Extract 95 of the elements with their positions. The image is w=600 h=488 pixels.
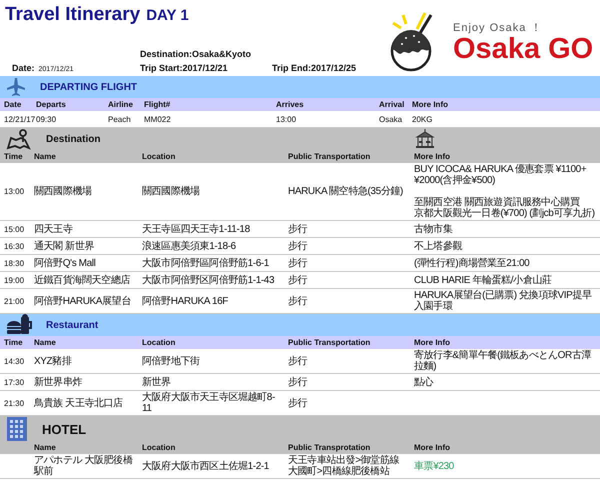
table-cell-text: 天王寺車站出發>御堂筋線大國町>四橋線肥後橋站: [288, 455, 400, 477]
section-title: HOTEL: [42, 422, 86, 436]
table-cell: 步行: [288, 398, 308, 408]
column-header: More Info: [414, 443, 450, 452]
column-header: More Info: [412, 100, 448, 109]
column-header: Location: [142, 443, 176, 452]
table-cell: 20KG: [412, 114, 432, 124]
day-label: DAY 1: [146, 7, 189, 24]
table-cell: HARUKA 關空特急(35分鐘): [288, 186, 403, 197]
table-cell-text: 大阪府大阪市天王寺区堀越町8-11: [142, 392, 276, 414]
table-cell: 近鐵百貨海闊天空總店: [34, 274, 130, 286]
info-text-line: BUY ICOCA& HARUKA 優惠套票 ¥1100+¥2000(含押金¥500): [414, 164, 588, 186]
table-cell: 18:30: [4, 258, 24, 268]
info-text-line: 京都大阪觀光一日卷(¥700) (劃jcb可享九折): [414, 208, 596, 219]
table-cell: 阿倍野Q's Mall: [34, 258, 96, 268]
table-cell: 關西國際機場: [34, 186, 92, 197]
table-cell: 步行: [288, 274, 308, 286]
table-cell: 步行: [288, 224, 308, 234]
table-cell: 阿倍野HARUKA 16F: [142, 296, 228, 306]
column-header: Arrives: [276, 100, 304, 109]
table-cell: 13:00: [276, 114, 296, 124]
carousel-icon: [414, 129, 436, 149]
table-cell-text: HARUKA展望台(已購票) 兌換項球VIP提早入園手環: [414, 290, 593, 312]
airplane-icon: [6, 77, 26, 97]
table-cell: 浪速區惠美須東1-18-6: [142, 240, 236, 252]
column-header: Time: [4, 338, 23, 347]
building-icon: [6, 416, 28, 442]
table-cell: 15:00: [4, 224, 24, 234]
trip-start-text: Trip Start:2017/12/21: [140, 63, 229, 73]
section-title: DEPARTING FLIGHT: [40, 82, 138, 92]
table-cell: 天王寺區四天王寺1-11-18: [142, 224, 250, 234]
column-header: Public Transportation: [288, 338, 370, 347]
column-header: Date: [4, 100, 22, 109]
table-cell: 大阪市阿倍野区阿倍野筋1-1-43: [142, 274, 274, 286]
table-cell: 古物市集: [414, 224, 452, 234]
table-cell: 點心: [414, 376, 434, 388]
table-cell: 不上塔參觀: [414, 240, 462, 252]
table-cell: CLUB HARIE 年輪蛋糕/小倉山莊: [414, 274, 552, 286]
column-header: More Info: [414, 338, 450, 347]
column-header: More Info: [414, 152, 450, 161]
column-header: Flight#: [144, 100, 170, 109]
table-cell: 12/21/17: [4, 114, 36, 124]
table-cell: Osaka: [379, 114, 402, 124]
table-cell: 09:30: [36, 114, 56, 124]
column-header: Time: [4, 152, 23, 161]
trip-end-text: Trip End:2017/12/25: [272, 63, 358, 73]
column-header: Public Transportation: [288, 152, 370, 161]
table-cell: 步行: [288, 296, 308, 306]
column-header: Location: [142, 152, 176, 161]
table-cell: Peach: [108, 114, 131, 124]
table-cell: 阿倍野HARUKA展望台: [34, 296, 131, 306]
table-cell: XYZ豬排: [34, 356, 72, 366]
table-cell: 17:30: [4, 376, 24, 388]
column-header: Airline: [108, 100, 133, 109]
table-cell: 16:30: [4, 240, 24, 252]
destination-text: Destination:Osaka&Kyoto: [140, 49, 252, 59]
section-title: Restaurant: [46, 320, 98, 330]
page-title: Travel Itinerary: [5, 4, 140, 26]
section-title: Destination: [46, 134, 100, 144]
map-pin-icon: [6, 128, 32, 150]
info-text-line: 至關西空港 關西旅遊資訊服務中心購買: [414, 197, 580, 208]
table-cell: 鳥貴族 天王寺北口店: [34, 398, 123, 408]
column-header: Name: [34, 338, 56, 347]
burger-and-mug-icon: [6, 314, 32, 336]
table-cell: 新世界串炸: [34, 376, 82, 388]
table-cell: MM022: [144, 114, 171, 124]
table-cell-text: 寄放行李&簡單午餐(鐵板あべとんOR古潭拉麵): [414, 350, 592, 372]
column-header: Name: [34, 152, 56, 161]
table-cell: 步行: [288, 240, 308, 252]
column-header: Arrival: [379, 100, 404, 109]
date-label: Date:: [12, 63, 35, 73]
table-cell: 大阪府大阪市西区土佐堀1-2-1: [142, 460, 269, 472]
table-cell: 21:30: [4, 398, 24, 408]
table-cell: 19:00: [4, 274, 24, 286]
table-cell: 13:00: [4, 186, 24, 197]
table-cell: 步行: [288, 258, 308, 268]
table-cell: 步行: [288, 356, 308, 366]
table-cell: 新世界: [142, 376, 171, 388]
table-cell: 通天閣 新世界: [34, 240, 94, 252]
table-cell: 21:00: [4, 296, 24, 306]
table-cell: 14:30: [4, 356, 24, 366]
logo-wordmark: Osaka GO: [453, 35, 594, 64]
table-cell: (彈性行程)商場營業至21:00: [414, 258, 530, 268]
column-header: Location: [142, 338, 176, 347]
table-cell: 大阪市阿倍野區阿倍野筋1-6-1: [142, 258, 269, 268]
table-cell-text: アパホテル 大阪肥後橋駅前: [34, 455, 134, 477]
table-cell: 車票¥230: [414, 460, 454, 472]
column-header: Name: [34, 443, 56, 452]
logo-tagline: Enjoy Osaka ！: [453, 21, 544, 35]
column-header: Public Transprotation: [288, 443, 370, 452]
table-cell: 步行: [288, 376, 308, 388]
table-cell: 四天王寺: [34, 224, 72, 234]
table-cell: 關西國際機場: [142, 186, 200, 197]
table-cell: 阿倍野地下街: [142, 356, 200, 366]
column-header: Departs: [36, 100, 66, 109]
